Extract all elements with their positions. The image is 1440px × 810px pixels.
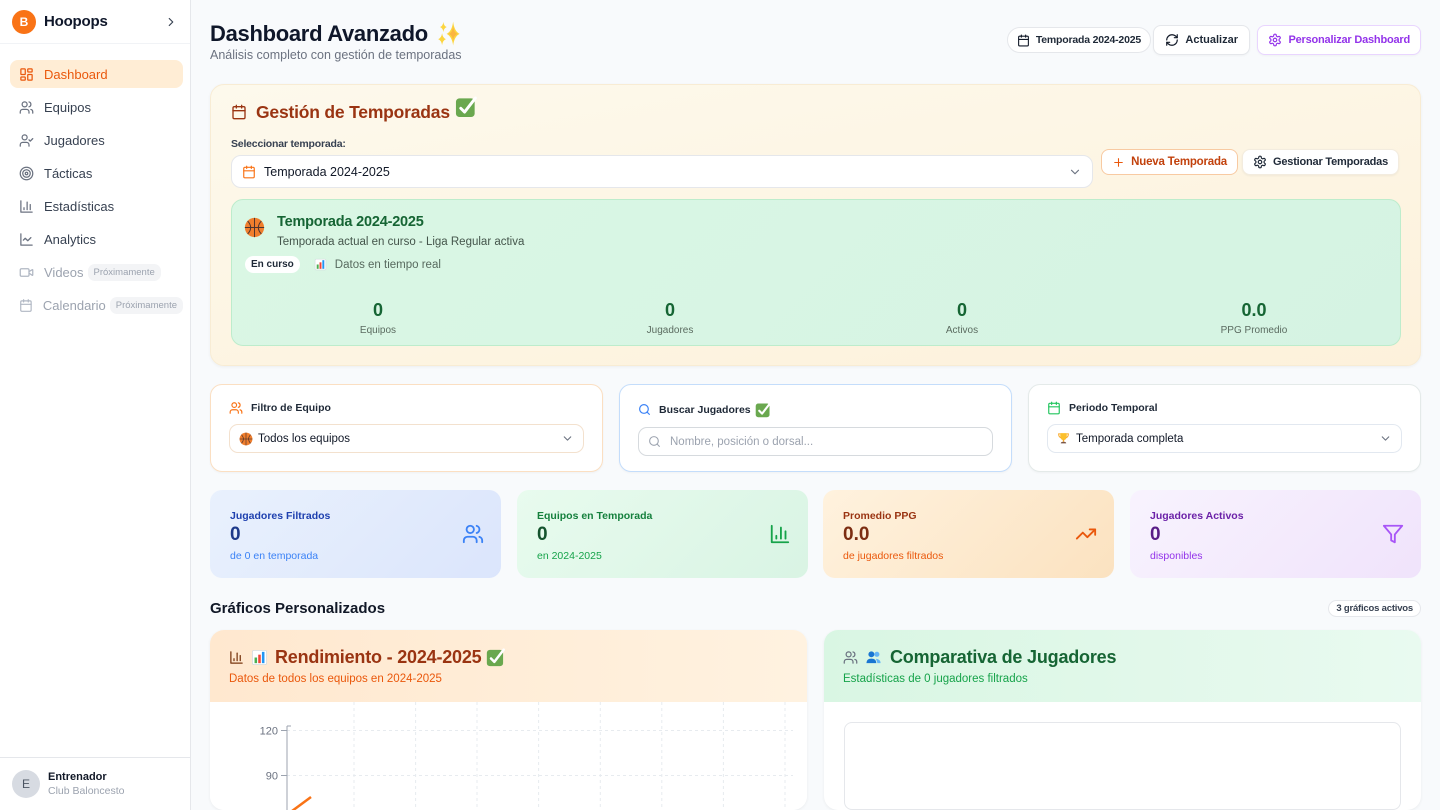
svg-text:120: 120	[260, 726, 278, 738]
svg-text:90: 90	[266, 771, 278, 783]
